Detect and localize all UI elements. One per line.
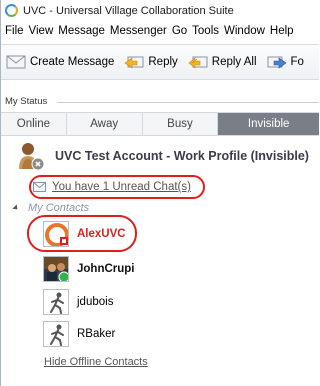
- tab-busy[interactable]: Busy: [143, 113, 219, 135]
- reply-all-label: Reply All: [211, 56, 257, 68]
- contact-rbaker[interactable]: RBaker: [43, 320, 115, 348]
- reply-all-icon: [188, 56, 208, 69]
- tab-away[interactable]: Away: [67, 113, 143, 135]
- contact-jdubois[interactable]: jdubois: [43, 288, 113, 316]
- contacts-group-label: My Contacts: [28, 202, 90, 214]
- account-header: UVC Test Account - Work Profile (Invisib…: [1, 140, 319, 172]
- contacts-group-header[interactable]: My Contacts: [12, 200, 90, 216]
- toolbar: Create Message Reply Reply All Fo: [1, 44, 319, 80]
- reply-label: Reply: [148, 56, 178, 68]
- walking-man-avatar-icon: [43, 289, 69, 315]
- envelope-icon: [6, 55, 26, 69]
- forward-icon: [267, 56, 287, 69]
- contact-johncrupi[interactable]: JohnCrupi: [43, 255, 135, 283]
- menu-message[interactable]: Message: [58, 25, 105, 37]
- contact-name: RBaker: [77, 328, 116, 340]
- menu-window[interactable]: Window: [224, 25, 265, 37]
- collapse-triangle-icon[interactable]: [12, 204, 20, 212]
- hide-offline-contacts-link[interactable]: Hide Offline Contacts: [44, 356, 148, 368]
- contact-name: JohnCrupi: [77, 263, 135, 275]
- account-name: UVC Test Account - Work Profile (Invisib…: [55, 149, 309, 163]
- menu-messenger[interactable]: Messenger: [110, 25, 167, 37]
- menu-tools[interactable]: Tools: [192, 25, 219, 37]
- forward-label: Fo: [290, 56, 304, 68]
- menu-go[interactable]: Go: [172, 25, 187, 37]
- walking-man-avatar-icon: [43, 321, 69, 347]
- tab-invisible[interactable]: Invisible: [218, 113, 319, 135]
- window-title: UVC - Universal Village Collaboration Su…: [23, 4, 234, 17]
- reply-icon: [124, 56, 144, 69]
- status-divider: [57, 102, 319, 103]
- account-avatar-icon: [17, 141, 45, 171]
- reply-all-button[interactable]: Reply All: [188, 55, 257, 69]
- create-message-label: Create Message: [30, 56, 115, 68]
- menu-view[interactable]: View: [29, 25, 54, 37]
- menu-help[interactable]: Help: [270, 25, 294, 37]
- title-bar: UVC - Universal Village Collaboration Su…: [1, 0, 319, 21]
- highlight-oval-alexuvc: [27, 215, 137, 252]
- highlight-oval-unread: [29, 175, 205, 199]
- photo-avatar-icon: [43, 256, 69, 282]
- my-status-label: My Status: [5, 96, 48, 107]
- menu-bar: File View Message Messenger Go Tools Win…: [1, 21, 319, 41]
- status-tabs: Online Away Busy Invisible: [1, 112, 319, 136]
- forward-button[interactable]: Fo: [267, 55, 304, 69]
- tab-online[interactable]: Online: [1, 113, 67, 135]
- uvc-app-icon: [5, 4, 18, 17]
- app-window: UVC - Universal Village Collaboration Su…: [0, 0, 319, 386]
- create-message-button[interactable]: Create Message: [6, 55, 114, 69]
- menu-file[interactable]: File: [5, 25, 24, 37]
- reply-button[interactable]: Reply: [124, 55, 178, 69]
- contact-name: jdubois: [77, 296, 114, 308]
